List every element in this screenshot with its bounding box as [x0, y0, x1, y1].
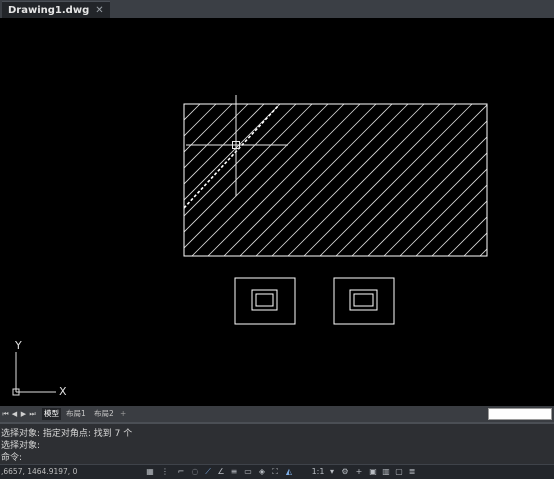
ortho-icon[interactable]: ⌐ — [176, 467, 186, 477]
drawing-canvas[interactable]: Y X — [0, 18, 554, 406]
clean-screen-icon[interactable]: ▢ — [394, 467, 404, 477]
main-rectangle[interactable] — [183, 103, 488, 257]
command-prompt[interactable]: 命令: — [1, 452, 22, 464]
hatch-line — [184, 104, 249, 169]
snap-icon[interactable]: ⋮ — [160, 467, 170, 477]
hatch-line — [255, 104, 409, 256]
hatch-line — [184, 104, 201, 121]
hatch-pattern — [184, 104, 554, 256]
last-layout-icon[interactable]: ⏭ — [29, 409, 36, 419]
plus-icon[interactable]: + — [354, 467, 364, 477]
status-bar: ,6657, 1464.9197, 0 ▦ ⋮ ⌐ ◌ ⟋ ∠ ≡ ▭ ◈ ⛶ … — [0, 464, 554, 479]
crosshair-cursor-icon — [186, 95, 288, 196]
chevron-down-icon[interactable]: ▾ — [329, 467, 335, 477]
ucs-y-label: Y — [14, 339, 22, 352]
hatch-line — [399, 168, 487, 256]
command-window[interactable]: 选择对象: 指定对角点: 找到 7 个 选择对象: 命令: — [0, 422, 554, 464]
hatch-line — [367, 136, 487, 256]
tab-layout2[interactable]: 布局2 — [92, 408, 116, 420]
hatch-line — [207, 104, 361, 256]
layout-tab-bar: ⏮ ◀ ▶ ⏭ 模型 布局1 布局2 + — [0, 406, 554, 422]
add-layout-button[interactable]: + — [118, 408, 128, 420]
small-square-right[interactable] — [333, 277, 395, 325]
customize-icon[interactable]: ≣ — [407, 467, 417, 477]
hatch-line — [496, 104, 554, 256]
hatch-line — [191, 104, 345, 256]
hardware-accel-icon[interactable]: ▥ — [381, 467, 391, 477]
hatch-line — [184, 104, 217, 137]
inner-square-right-inner[interactable] — [353, 293, 374, 307]
transparency-icon[interactable]: ▭ — [243, 467, 253, 477]
grid-icon[interactable]: ▦ — [145, 467, 155, 477]
tab-model[interactable]: 模型 — [42, 408, 61, 420]
hatch-line — [383, 152, 487, 256]
otrack-icon[interactable]: ∠ — [216, 467, 226, 477]
hatch-line — [463, 232, 487, 256]
hatch-line — [303, 104, 457, 256]
hatch-line — [287, 104, 441, 256]
small-square-left[interactable] — [234, 277, 296, 325]
tab-drawing1[interactable]: Drawing1.dwg ✕ — [2, 1, 110, 19]
hatch-line — [239, 104, 393, 256]
next-layout-icon[interactable]: ▶ — [20, 409, 27, 419]
hatch-line — [335, 104, 487, 256]
command-history-line: 选择对象: — [1, 441, 41, 451]
selection-cycling-icon[interactable]: ◈ — [257, 467, 267, 477]
hatch-line — [415, 184, 487, 256]
isolate-icon[interactable]: ▣ — [368, 467, 378, 477]
hatch-line — [184, 104, 265, 185]
lineweight-icon[interactable]: ≡ — [229, 467, 239, 477]
hatch-line — [184, 104, 297, 217]
hatch-line — [319, 104, 473, 256]
scale-readout[interactable]: 1:1 — [307, 467, 329, 477]
ucs-x-label: X — [59, 385, 67, 398]
hatch-line — [184, 104, 185, 105]
hatch-line — [271, 104, 425, 256]
horizontal-scrollbar[interactable] — [488, 408, 552, 420]
hatch-line — [351, 120, 487, 256]
coordinate-readout[interactable]: ,6657, 1464.9197, 0 — [1, 465, 77, 479]
hatch-line — [184, 104, 329, 249]
osnap-icon[interactable]: ⟋ — [203, 467, 213, 477]
drawing-svg[interactable]: Y X — [0, 18, 554, 406]
tab-label: Drawing1.dwg — [8, 5, 90, 16]
workspace-gear-icon[interactable]: ⚙ — [340, 467, 350, 477]
hatch-line — [544, 104, 554, 256]
prev-layout-icon[interactable]: ◀ — [11, 409, 18, 419]
hatch-line — [447, 216, 487, 256]
polar-icon[interactable]: ◌ — [190, 467, 200, 477]
ucs-icon — [12, 352, 56, 396]
annotation-visibility-icon[interactable]: ⛶ — [270, 467, 280, 477]
first-layout-icon[interactable]: ⏮ — [2, 409, 9, 419]
tab-layout1[interactable]: 布局1 — [64, 408, 88, 420]
hatch-line — [223, 104, 377, 256]
hatch-line — [431, 200, 487, 256]
inner-square-left-inner[interactable] — [255, 293, 274, 307]
close-icon[interactable]: ✕ — [95, 5, 103, 16]
hatch-line — [184, 104, 281, 201]
document-tab-bar: Drawing1.dwg ✕ — [0, 0, 554, 19]
hatch-line — [528, 104, 554, 256]
annotation-scale-icon[interactable]: ◭ — [283, 467, 295, 477]
hatch-line — [512, 104, 554, 256]
hatch-line — [479, 248, 487, 256]
command-history-line: 选择对象: 指定对角点: 找到 7 个 — [1, 429, 133, 439]
